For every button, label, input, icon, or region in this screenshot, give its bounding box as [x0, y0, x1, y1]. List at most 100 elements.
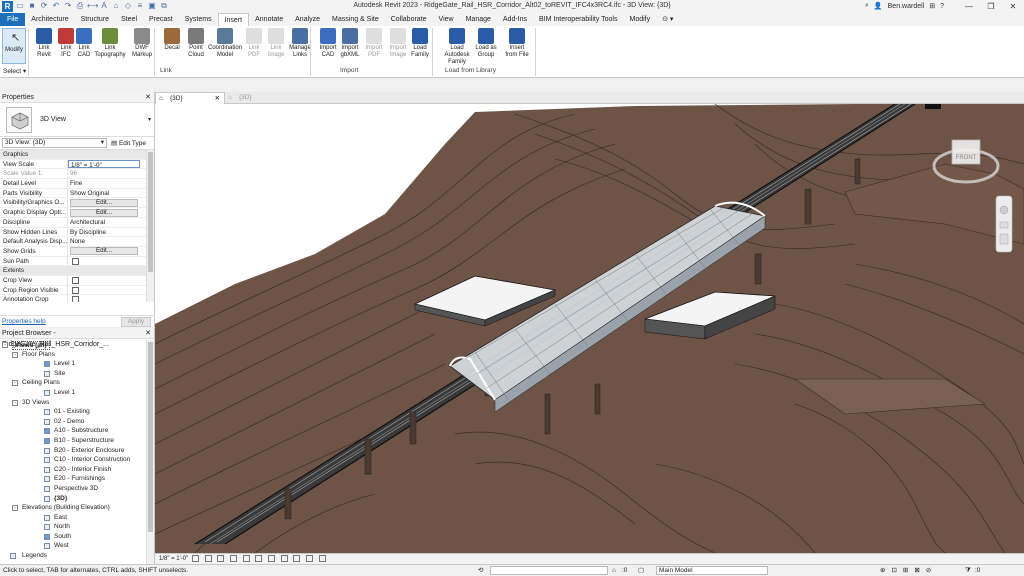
property-value[interactable]: 1/8" = 1'-0" [68, 159, 140, 169]
property-value[interactable]: None [68, 237, 140, 246]
tab-modify[interactable]: Modify [623, 13, 656, 26]
collapse-icon[interactable]: - [12, 505, 18, 512]
worksharing-display-icon[interactable] [318, 554, 326, 562]
property-value[interactable]: Edit... [68, 198, 140, 207]
browser-item[interactable]: -3D Views [0, 398, 145, 408]
collapse-icon[interactable]: - [12, 399, 18, 406]
shadows-icon[interactable] [229, 554, 237, 562]
design-options-icon[interactable]: ▢ [638, 565, 644, 576]
checkbox[interactable] [72, 276, 79, 284]
browser-item[interactable]: 01 - Existing [0, 407, 145, 417]
tab-insert[interactable]: Insert [217, 13, 250, 26]
property-value[interactable]: By Discipline [68, 228, 140, 237]
browser-item[interactable]: Site [0, 369, 145, 379]
link-image-button[interactable]: Link Image [264, 28, 288, 59]
link-cad-button[interactable]: Link CAD [72, 28, 96, 59]
decal-button[interactable]: Decal [160, 28, 184, 52]
properties-scrollbar[interactable] [146, 150, 154, 302]
property-value[interactable] [68, 295, 140, 302]
editing-requests-icon[interactable]: ⌂ [612, 565, 616, 576]
browser-item[interactable]: Level 1 [0, 388, 145, 398]
tab-add-ins[interactable]: Add-Ins [497, 13, 533, 26]
property-value[interactable] [68, 257, 140, 266]
property-value[interactable] [68, 286, 140, 295]
browser-item[interactable]: B10 - Superstructure [0, 436, 145, 446]
collapse-icon[interactable]: - [12, 351, 18, 358]
chevron-down-icon[interactable]: ▾ [148, 116, 151, 123]
browser-item[interactable]: North [0, 522, 145, 532]
edit-button[interactable]: Edit... [70, 247, 138, 256]
load-as-group-button[interactable]: Load as Group [474, 28, 498, 59]
properties-help-link[interactable]: Properties help [2, 318, 46, 325]
tab-collaborate[interactable]: Collaborate [385, 13, 433, 26]
edit-button[interactable]: Edit... [70, 208, 138, 217]
tab-architecture[interactable]: Architecture [25, 13, 74, 26]
tab-structure[interactable]: Structure [75, 13, 115, 26]
scrollbar-thumb[interactable] [148, 342, 153, 532]
view-tab-3d-active[interactable]: ⌂ {3D} ✕ [155, 92, 225, 104]
instance-filter-select[interactable]: 3D View: {3D} ▾ [2, 138, 107, 148]
detail-level-icon[interactable] [191, 554, 199, 562]
modify-button[interactable]: ↖ Modify [2, 28, 26, 64]
tab-massing-site[interactable]: Massing & Site [326, 13, 385, 26]
property-value[interactable]: Edit... [68, 247, 140, 256]
close-icon[interactable]: ✕ [145, 92, 151, 103]
browser-item[interactable]: - Elevations (Building Elevation) [0, 503, 145, 513]
property-value[interactable]: Fine [68, 179, 140, 188]
browser-item[interactable]: C20 - Interior Finish [0, 465, 145, 475]
selection-toggles[interactable]: ⊕⊡⊞⊠⊘ [880, 565, 937, 576]
checkbox[interactable] [72, 257, 79, 265]
lock-3d-view-icon[interactable] [280, 554, 288, 562]
browser-item[interactable]: East [0, 513, 145, 523]
sun-path-icon[interactable] [217, 554, 225, 562]
link-revit-button[interactable]: Link Revit [32, 28, 56, 59]
property-value[interactable]: Show Original [68, 189, 140, 198]
tab-file[interactable]: File [0, 13, 26, 26]
edit-button[interactable]: Edit... [70, 198, 138, 207]
property-value[interactable] [68, 276, 140, 285]
property-value[interactable]: Edit... [68, 208, 140, 217]
checkbox[interactable] [72, 296, 79, 302]
workset-select[interactable] [490, 566, 608, 575]
tab-annotate[interactable]: Annotate [249, 13, 289, 26]
tab-manage[interactable]: Manage [460, 13, 497, 26]
link-topography-button[interactable]: Link Topography [94, 28, 126, 59]
view-tab-3d[interactable]: ⌂ {3D} [225, 92, 285, 104]
browser-item[interactable]: Legends [0, 551, 145, 561]
select-dropdown[interactable]: Select ▾ [3, 67, 26, 75]
worksets-icon[interactable]: ⟲ [478, 565, 483, 576]
manage-links-button[interactable]: Manage Links [288, 28, 312, 59]
edit-type-button[interactable]: ▤ Edit Type [111, 139, 146, 147]
browser-item[interactable]: - Views (all) [0, 340, 145, 350]
scrollbar-thumb[interactable] [148, 152, 153, 272]
filter-icon[interactable]: ⧩ [965, 565, 971, 576]
browser-scrollbar[interactable] [146, 340, 154, 564]
help-icon[interactable]: ? [940, 3, 944, 10]
browser-item[interactable]: Perspective 3D [0, 484, 145, 494]
full-navigation-wheel-icon[interactable] [999, 205, 1009, 215]
import-pdf-button[interactable]: Import PDF [362, 28, 386, 59]
import-gbxml-button[interactable]: Import gbXML [338, 28, 362, 59]
property-value[interactable]: Architectural [68, 218, 140, 227]
design-option-select[interactable]: Main Model [656, 566, 768, 575]
dwf-markup-button[interactable]: DWF Markup [130, 28, 154, 59]
property-group[interactable]: Graphics [0, 150, 154, 160]
checkbox[interactable] [72, 286, 79, 294]
tab-systems[interactable]: Systems [179, 13, 218, 26]
rendering-icon[interactable] [242, 554, 250, 562]
close-icon[interactable]: ✕ [1002, 0, 1024, 13]
search-icon[interactable]: ⌕ [865, 2, 869, 10]
property-value[interactable]: 96 [68, 169, 140, 178]
visual-style-icon[interactable] [204, 554, 212, 562]
tab-view[interactable]: View [433, 13, 460, 26]
3d-viewport[interactable]: FRONT [155, 104, 1024, 553]
browser-item[interactable]: {3D} [0, 494, 145, 504]
import-image-button[interactable]: Import Image [386, 28, 410, 59]
user-icon[interactable]: 👤 [874, 2, 883, 10]
property-group[interactable]: Extents [0, 266, 154, 276]
browser-item[interactable]: C10 - Interior Construction [0, 455, 145, 465]
cart-icon[interactable]: ⊞ [929, 2, 935, 10]
navigation-bar[interactable] [995, 195, 1013, 253]
pan-icon[interactable] [999, 221, 1009, 229]
show-crop-region-icon[interactable] [267, 554, 275, 562]
